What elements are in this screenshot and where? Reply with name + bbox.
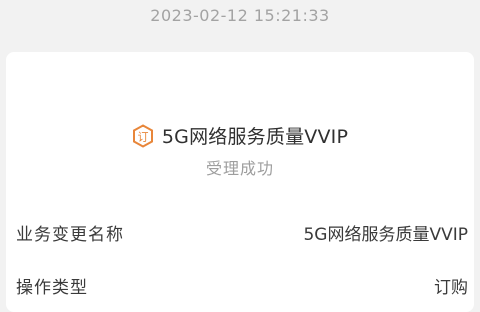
order-header: 订 5G网络服务质量VVIP xyxy=(6,122,474,149)
order-status: 受理成功 xyxy=(205,159,274,178)
message-timestamp: 2023-02-12 15:21:33 xyxy=(150,6,330,25)
order-tag-icon: 订 xyxy=(132,123,154,148)
detail-label: 业务变更名称 xyxy=(16,225,124,245)
detail-row-operation-type: 操作类型 订购 xyxy=(16,273,468,298)
detail-row-change-name: 业务变更名称 5G网络服务质量VVIP xyxy=(16,220,468,245)
order-title: 5G网络服务质量VVIP xyxy=(161,126,349,148)
detail-value: 订购 xyxy=(434,278,468,298)
order-result-card: 订 5G网络服务质量VVIP 受理成功 业务变更名称 5G网络服务质量VVIP … xyxy=(6,52,474,312)
detail-value: 5G网络服务质量VVIP xyxy=(303,225,468,245)
detail-label: 操作类型 xyxy=(16,278,88,298)
svg-text:订: 订 xyxy=(137,130,148,143)
